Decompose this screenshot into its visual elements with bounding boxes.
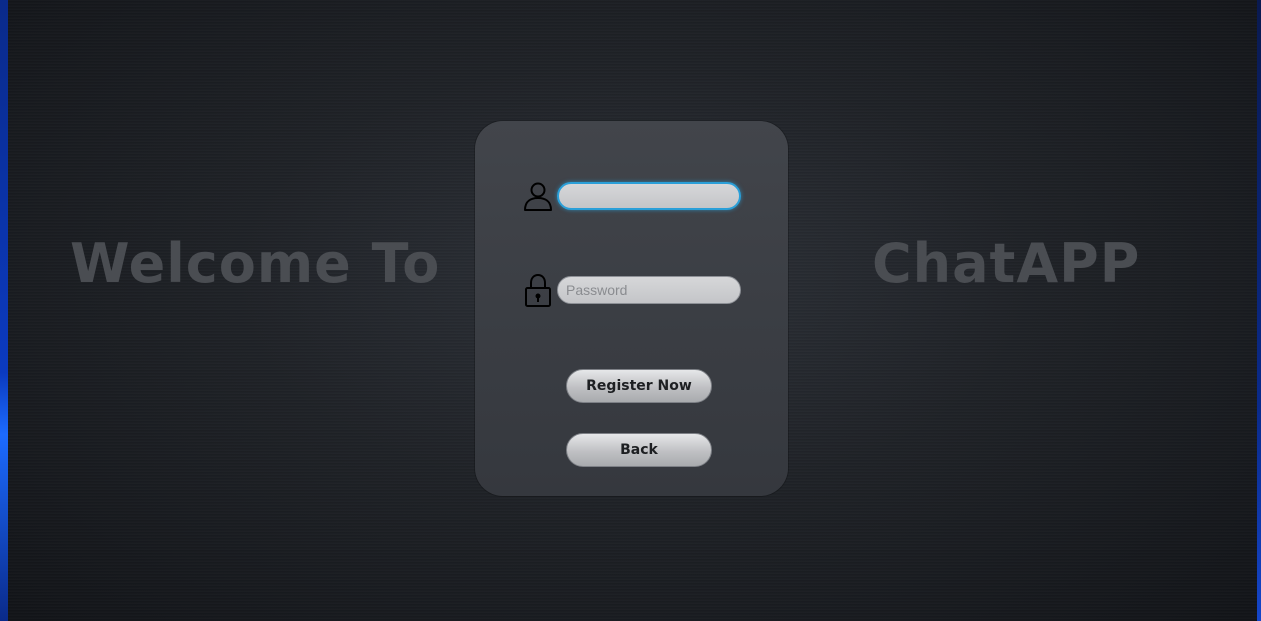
register-now-button[interactable]: Register Now [566,369,712,403]
username-row [523,179,745,213]
back-button[interactable]: Back [566,433,712,467]
desktop: Welcome To ChatAPP Register Now Back [0,0,1261,621]
register-card: Register Now Back [475,121,788,496]
lock-icon [523,273,553,307]
password-input[interactable] [557,276,741,304]
desktop-wallpaper-left-edge [0,0,8,621]
username-input[interactable] [557,182,741,210]
desktop-wallpaper-right-edge [1257,0,1261,621]
app-name-heading: ChatAPP [872,232,1141,295]
user-icon [523,179,553,213]
welcome-heading: Welcome To [70,232,441,295]
chatapp-window: Welcome To ChatAPP Register Now Back [8,0,1257,621]
password-row [523,273,745,307]
